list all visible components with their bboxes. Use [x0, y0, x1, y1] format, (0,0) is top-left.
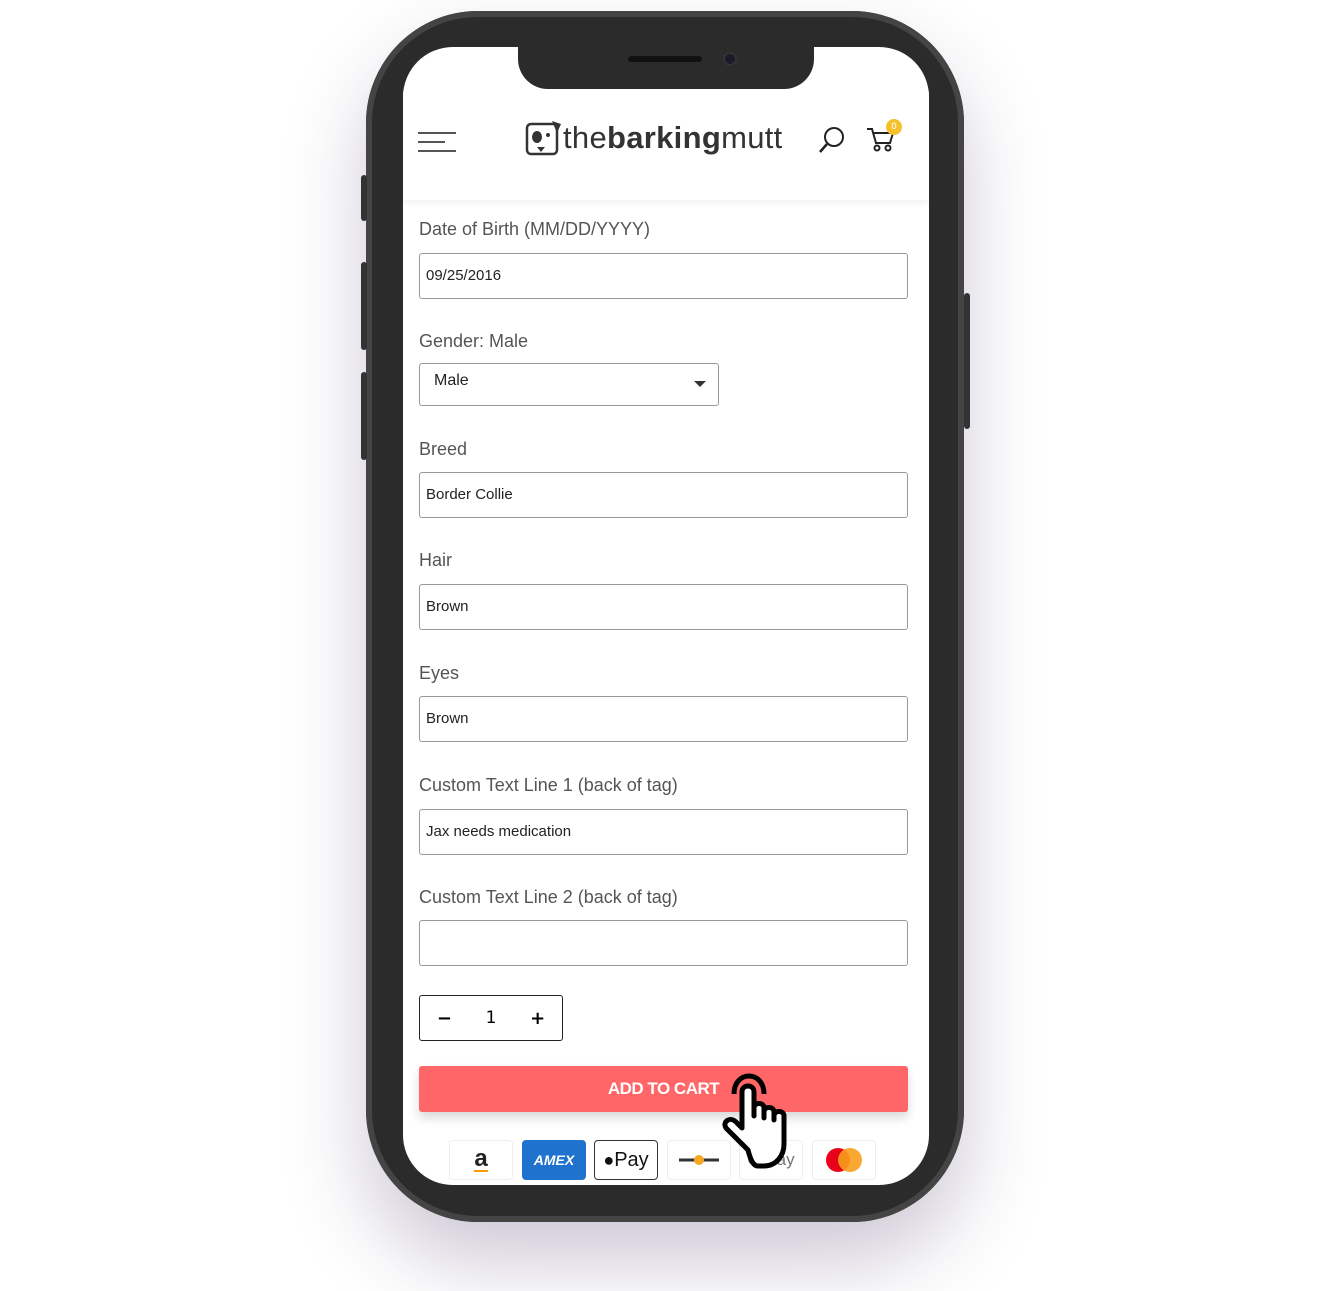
apple-pay-icon: ● Pay — [594, 1140, 658, 1180]
quantity-stepper: − 1 + — [419, 995, 563, 1041]
decrement-button[interactable]: − — [437, 1008, 452, 1029]
phone-notch — [518, 47, 814, 89]
phone-volume-up-button — [361, 262, 367, 350]
logo-text: thebarkingmutt — [563, 120, 783, 155]
phone-power-button — [964, 293, 970, 429]
amazon-pay-icon: a — [449, 1140, 513, 1180]
hair-input[interactable]: Brown — [419, 584, 908, 630]
mastercard-icon — [812, 1140, 876, 1180]
dog-logo-icon — [525, 121, 561, 156]
add-to-cart-button[interactable]: ADD TO CART — [419, 1066, 908, 1112]
hair-label: Hair — [419, 550, 453, 570]
gender-select[interactable]: Male — [419, 363, 719, 406]
gender-label: Gender: Male — [419, 331, 529, 351]
eyes-input[interactable]: Brown — [419, 696, 908, 742]
amex-icon: AMEX — [522, 1140, 586, 1180]
cart-count-badge: 0 — [886, 119, 902, 135]
breed-input[interactable]: Border Collie — [419, 472, 908, 518]
phone-volume-down-button — [361, 372, 367, 460]
pointing-hand-cursor-icon — [722, 1073, 787, 1169]
hamburger-menu-icon[interactable] — [418, 132, 456, 159]
custom-text-1-input[interactable]: Jax needs medication — [419, 809, 908, 855]
dob-input[interactable]: 09/25/2016 — [419, 253, 908, 299]
phone-mute-button — [361, 175, 367, 221]
chevron-down-icon — [694, 381, 706, 387]
site-header: thebarkingmutt 0 — [403, 89, 929, 200]
increment-button[interactable]: + — [530, 1008, 545, 1029]
custom-text-2-input[interactable] — [419, 920, 908, 966]
logo[interactable]: thebarkingmutt — [525, 119, 783, 157]
quantity-value[interactable]: 1 — [486, 1008, 497, 1028]
eyes-label: Eyes — [419, 663, 460, 683]
search-icon[interactable] — [817, 125, 847, 155]
breed-label: Breed — [419, 439, 468, 459]
custom-text-1-label: Custom Text Line 1 (back of tag) — [419, 775, 678, 795]
gender-selected-value: Male — [434, 372, 469, 389]
screen: thebarkingmutt 0 Date of Birth (MM/DD/YY… — [403, 47, 929, 1185]
dob-label: Date of Birth (MM/DD/YYYY) — [419, 219, 651, 239]
custom-text-2-label: Custom Text Line 2 (back of tag) — [419, 887, 678, 907]
